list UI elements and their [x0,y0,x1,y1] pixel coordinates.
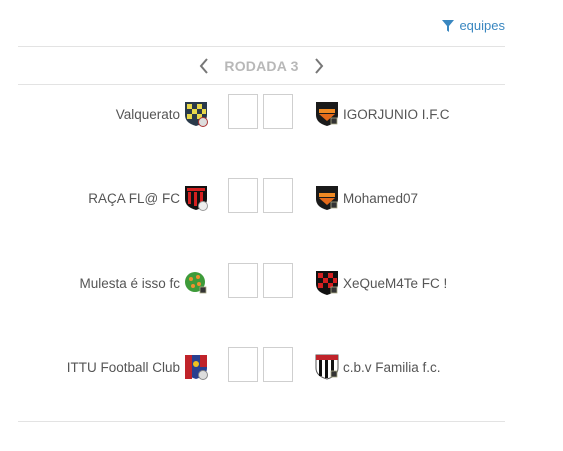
away-score-input[interactable] [263,94,293,129]
team-crest-icon [315,101,339,127]
home-score-input[interactable] [228,178,258,213]
chevron-right-icon [314,57,323,74]
home-score-input[interactable] [228,263,258,298]
match-row: RAÇA FL@ FC Mohamed07 [18,168,505,252]
away-team-name: XeQueM4Te FC ! [343,275,448,291]
away-score-input[interactable] [263,178,293,213]
team-crest-icon [315,270,339,296]
away-team[interactable]: c.b.v Familia f.c. [315,354,441,380]
home-team-name: Mulesta é isso fc [79,275,180,291]
away-team[interactable]: XeQueM4Te FC ! [315,270,447,296]
filter-icon [442,19,455,32]
team-crest-icon [315,354,339,380]
away-score-input[interactable] [263,263,293,298]
match-row: Mulesta é isso fc XeQueM4Te FC ! [18,253,505,337]
away-team-name: IGORJUNIO I.F.C [343,106,450,122]
next-round-button[interactable] [309,56,329,76]
home-team-name: RAÇA FL@ FC [88,190,180,206]
away-score-input[interactable] [263,347,293,382]
home-team-name: ITTU Football Club [66,359,180,375]
match-row: Valquerato IGORJUNIO I.F.C [18,84,505,168]
match-row: ITTU Football Club c.b.v Familia f.c. [18,337,505,421]
home-score-input[interactable] [228,347,258,382]
home-team[interactable]: RAÇA FL@ FC [88,185,208,211]
away-team[interactable]: Mohamed07 [315,185,418,211]
home-team[interactable]: Valquerato [116,101,208,127]
home-team[interactable]: Mulesta é isso fc [79,270,208,296]
team-crest-icon [184,354,208,380]
team-crest-icon [184,270,208,296]
divider [18,421,505,422]
prev-round-button[interactable] [194,56,214,76]
round-navigator: RODADA 3 [18,47,505,84]
chevron-left-icon [200,57,209,74]
teams-filter-label: equipes [459,18,505,33]
home-team[interactable]: ITTU Football Club [67,354,208,380]
home-score-input[interactable] [228,94,258,129]
teams-filter-button[interactable]: equipes [442,18,505,33]
home-team-name: Valquerato [115,106,180,122]
away-team-name: c.b.v Familia f.c. [343,359,441,375]
team-crest-icon [184,101,208,127]
round-label: RODADA 3 [224,57,299,74]
away-team[interactable]: IGORJUNIO I.F.C [315,101,450,127]
away-team-name: Mohamed07 [343,190,419,206]
team-crest-icon [184,185,208,211]
team-crest-icon [315,185,339,211]
